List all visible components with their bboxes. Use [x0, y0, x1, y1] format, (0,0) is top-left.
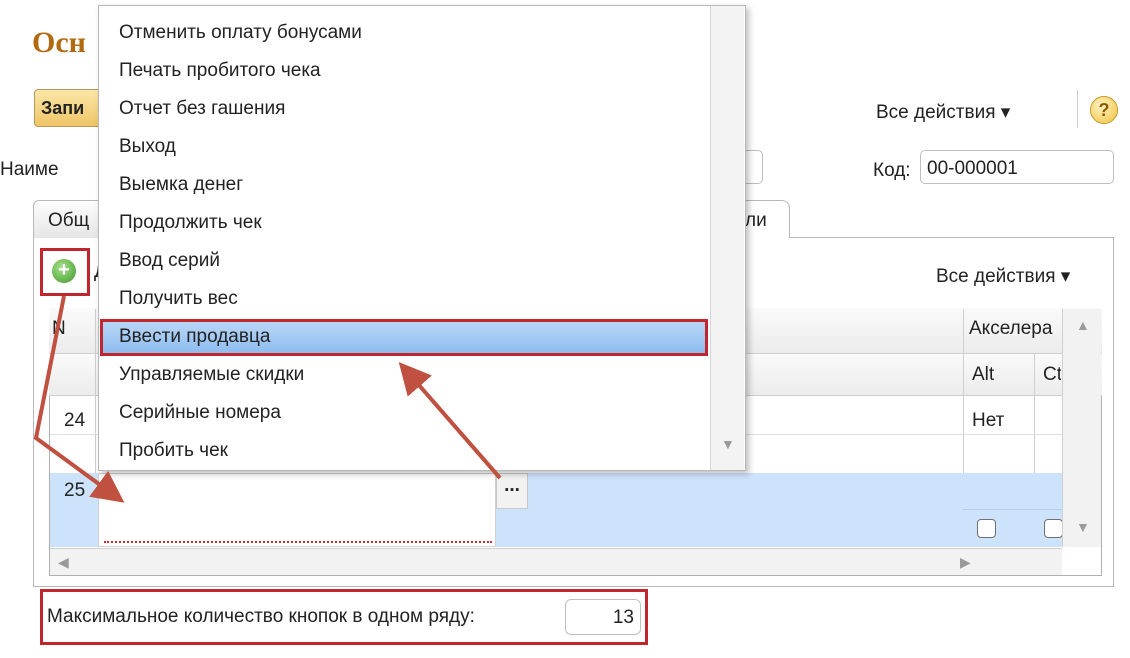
- arrow-add-to-row: [33, 295, 125, 503]
- annotation-arrows: [33, 295, 502, 503]
- arrow-cell-to-menu: [398, 361, 502, 480]
